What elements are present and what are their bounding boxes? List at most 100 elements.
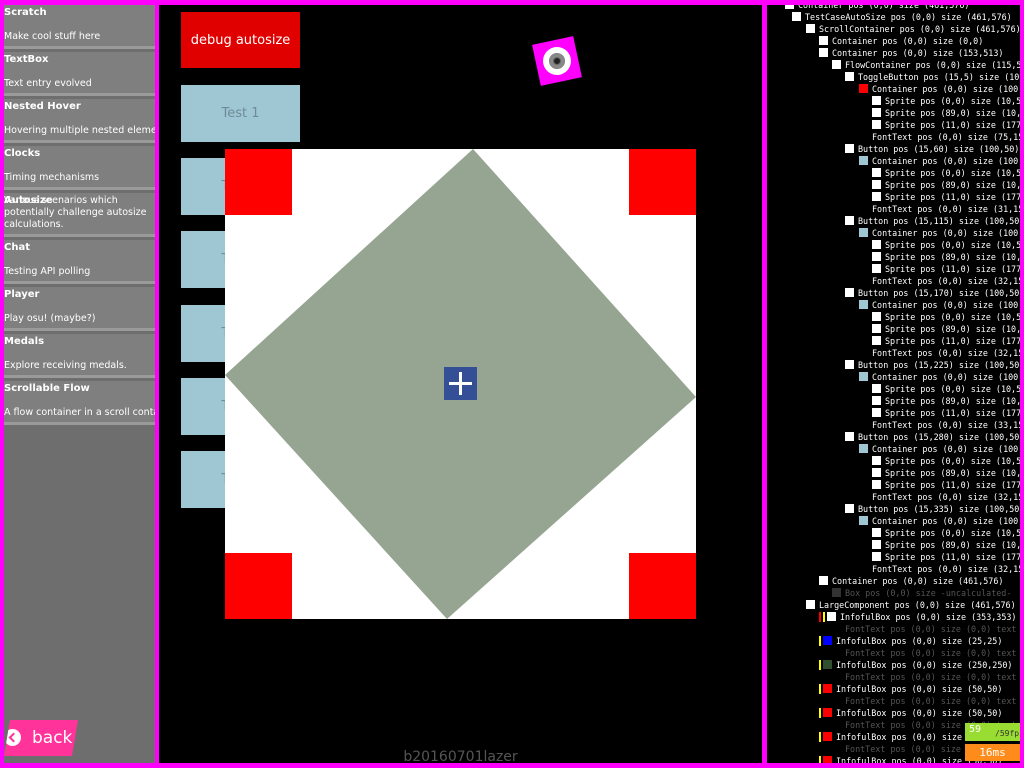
visualiser-row[interactable]: ScrollContainer pos (0,0) size (461,576) — [806, 23, 1020, 35]
colour-swatch — [872, 252, 881, 261]
test-item-nested-hover[interactable]: Nested Hover Hovering multiple nested el… — [4, 99, 155, 143]
visualiser-row[interactable]: Sprite pos (89,0) size (10,50) — [872, 179, 1020, 191]
visualiser-row-label: Sprite pos (11,0) size (177,50) — [885, 480, 1020, 490]
visualiser-row[interactable]: Button pos (15,170) size (100,50) — [845, 287, 1020, 299]
visualiser-row-label: Sprite pos (89,0) size (10,50) — [885, 108, 1020, 118]
spinner-ring — [540, 44, 574, 78]
back-button[interactable]: back — [4, 720, 78, 756]
visualiser-row[interactable]: Sprite pos (89,0) size (10,50) — [872, 323, 1020, 335]
visualiser-row[interactable]: Container pos (0,0) size (100,50) — [859, 515, 1020, 527]
visualiser-row[interactable]: Box pos (0,0) size -uncalculated- — [832, 587, 1011, 599]
visualiser-row[interactable]: Sprite pos (11,0) size (177,50) — [872, 551, 1020, 563]
visualiser-row[interactable]: Container pos (0,0) size (100,50) — [859, 83, 1020, 95]
colour-swatch — [823, 756, 832, 763]
visualiser-row-label: FontText pos (0,0) size (32,15) — [872, 492, 1020, 502]
visualiser-row[interactable]: InfofulBox pos (0,0) size (50,50) — [819, 683, 1002, 695]
indicator-bar — [819, 708, 821, 718]
visualiser-row[interactable]: InfofulBox pos (0,0) size (353,353) — [819, 611, 1016, 623]
visualiser-row[interactable]: Container pos (0,0) size (100,50) — [859, 155, 1020, 167]
visualiser-row[interactable]: Sprite pos (11,0) size (177,50) — [872, 263, 1020, 275]
visualiser-row-label: Container pos (0,0) size (100,50) — [872, 516, 1020, 526]
visualiser-row[interactable]: Sprite pos (11,0) size (177,50) — [872, 407, 1020, 419]
visualiser-row[interactable]: FontText pos (0,0) size (32,15) — [859, 563, 1020, 575]
visualiser-row-label: FontText pos (0,0) size (0,0) text — [845, 648, 1017, 658]
visualiser-row-label: Button pos (15,335) size (100,50) — [858, 504, 1020, 514]
visualiser-row-label: Container pos (0,0) size (100,50) — [872, 228, 1020, 238]
visualiser-row[interactable]: Sprite pos (0,0) size (10,50) — [872, 239, 1020, 251]
colour-swatch — [859, 132, 868, 141]
visualiser-row[interactable]: FontText pos (0,0) size (75,15) — [859, 131, 1020, 143]
frame-border-right — [1020, 0, 1024, 768]
visualiser-row[interactable]: Sprite pos (11,0) size (177,50) — [872, 191, 1020, 203]
visualiser-row[interactable]: Sprite pos (11,0) size (177,50) — [872, 479, 1020, 491]
visualiser-row[interactable]: Container pos (0,0) size (100,50) — [859, 371, 1020, 383]
visualiser-row[interactable]: Button pos (15,115) size (100,50) — [845, 215, 1020, 227]
visualiser-row[interactable]: Sprite pos (11,0) size (177,50) — [872, 335, 1020, 347]
visualiser-row[interactable]: FontText pos (0,0) size (0,0) text — [832, 671, 1016, 683]
test-item-autosize[interactable]: Autosize Various scenarios which potenti… — [4, 193, 155, 237]
visualiser-row-label: InfofulBox pos (0,0) size (50,50) — [836, 684, 1003, 694]
visualiser-row[interactable]: InfofulBox pos (0,0) size (25,25) — [819, 635, 1002, 647]
visualiser-row-label: FontText pos (0,0) size (32,15) — [872, 564, 1020, 574]
test-item-chat[interactable]: Chat Testing API polling — [4, 240, 155, 284]
visualiser-row[interactable]: Container pos (0,0) size (100,50) — [859, 227, 1020, 239]
visualiser-row[interactable]: ToggleButton pos (15,5) size (100,50) — [845, 71, 1020, 83]
test-item-clocks[interactable]: Clocks Timing mechanisms — [4, 146, 155, 190]
visualiser-row[interactable]: FontText pos (0,0) size (33,15) — [859, 419, 1020, 431]
colour-swatch — [859, 420, 868, 429]
visualiser-row[interactable]: Container pos (0,0) size (100,50) — [859, 443, 1020, 455]
test-item-scratch[interactable]: Scratch Make cool stuff here — [4, 5, 155, 49]
visualiser-row-label: FontText pos (0,0) size (0,0) text — [845, 624, 1017, 634]
visualiser-row[interactable]: Sprite pos (89,0) size (10,50) — [872, 539, 1020, 551]
test-item-player[interactable]: Player Play osu! (maybe?) — [4, 287, 155, 331]
visualiser-row[interactable]: Button pos (15,225) size (100,50) — [845, 359, 1020, 371]
debug-autosize-button[interactable]: debug autosize — [181, 12, 300, 68]
visualiser-row[interactable]: FlowContainer pos (0,0) size (115,513) — [832, 59, 1020, 71]
visualiser-row[interactable]: Sprite pos (89,0) size (10,50) — [872, 467, 1020, 479]
visualiser-row[interactable]: InfofulBox pos (0,0) size (50,50) — [819, 707, 1002, 719]
visualiser-row[interactable]: Button pos (15,280) size (100,50) — [845, 431, 1020, 443]
visualiser-row[interactable]: FontText pos (0,0) size (32,15) — [859, 275, 1020, 287]
visualiser-row[interactable]: Container pos (0,0) size (0,0) — [819, 35, 983, 47]
visualiser-row[interactable]: Sprite pos (89,0) size (10,50) — [872, 251, 1020, 263]
colour-swatch — [872, 552, 881, 561]
visualiser-row[interactable]: FontText pos (0,0) size (0,0) text — [832, 647, 1016, 659]
visualiser-row[interactable]: LargeComponent pos (0,0) size (461,576) — [806, 599, 1016, 611]
visualiser-row[interactable]: Sprite pos (0,0) size (10,50) — [872, 95, 1020, 107]
test-item-textbox[interactable]: TextBox Text entry evolved — [4, 52, 155, 96]
visualiser-row-label: Sprite pos (0,0) size (10,50) — [885, 384, 1020, 394]
visualiser-row-label: Sprite pos (11,0) size (177,50) — [885, 336, 1020, 346]
visualiser-row[interactable]: Sprite pos (0,0) size (10,50) — [872, 311, 1020, 323]
visualiser-row[interactable]: Sprite pos (0,0) size (10,50) — [872, 455, 1020, 467]
visualiser-row[interactable]: Sprite pos (0,0) size (10,50) — [872, 527, 1020, 539]
visualiser-row[interactable]: Sprite pos (11,0) size (177,50) — [872, 119, 1020, 131]
test-item-medals[interactable]: Medals Explore receiving medals. — [4, 334, 155, 378]
visualiser-row-label: FontText pos (0,0) size (33,15) — [872, 420, 1020, 430]
visualiser-row[interactable]: Button pos (15,335) size (100,50) — [845, 503, 1020, 515]
visualiser-row-label: Button pos (15,280) size (100,50) — [858, 432, 1020, 442]
visualiser-row[interactable]: FontText pos (0,0) size (0,0) text — [832, 623, 1016, 635]
visualiser-row[interactable]: FontText pos (0,0) size (32,15) — [859, 491, 1020, 503]
visualiser-row[interactable]: InfofulBox pos (0,0) size (250,250) — [819, 659, 1012, 671]
visualiser-row[interactable]: Sprite pos (89,0) size (10,50) — [872, 395, 1020, 407]
visualiser-row[interactable]: TestCaseAutoSize pos (0,0) size (461,576… — [792, 11, 1012, 23]
test-item-scrollable-flow[interactable]: Scrollable Flow A flow container in a sc… — [4, 381, 155, 425]
visualiser-row-label: Button pos (15,225) size (100,50) — [858, 360, 1020, 370]
visualiser-row[interactable]: Container pos (0,0) size (153,513) — [819, 47, 1003, 59]
visualiser-row[interactable]: Button pos (15,60) size (100,50) — [845, 143, 1019, 155]
test-description: Explore receiving medals. — [4, 360, 127, 371]
visualiser-row[interactable]: Sprite pos (0,0) size (10,50) — [872, 383, 1020, 395]
visualiser-row-label: Sprite pos (89,0) size (10,50) — [885, 252, 1020, 262]
test-list-sidebar[interactable]: Scratch Make cool stuff here TextBox Tex… — [4, 5, 155, 763]
draw-visualiser[interactable]: Container pos (0,0) size (461,576) TestCa… — [767, 5, 1020, 763]
visualiser-row[interactable]: Sprite pos (0,0) size (10,50) — [872, 167, 1020, 179]
test-button-1[interactable]: Test 1 — [181, 85, 300, 142]
visualiser-row[interactable]: Sprite pos (89,0) size (10,50) — [872, 107, 1020, 119]
visualiser-row-label: ScrollContainer pos (0,0) size (461,576) — [819, 24, 1020, 34]
visualiser-row[interactable]: Container pos (0,0) size (461,576) — [819, 575, 1003, 587]
visualiser-row[interactable]: FontText pos (0,0) size (31,15) — [859, 203, 1020, 215]
visualiser-row[interactable]: FontText pos (0,0) size (32,15) — [859, 347, 1020, 359]
visualiser-row[interactable]: FontText pos (0,0) size (0,0) text — [832, 695, 1016, 707]
visualiser-row[interactable]: Container pos (0,0) size (100,50) — [859, 299, 1020, 311]
colour-swatch — [859, 276, 868, 285]
